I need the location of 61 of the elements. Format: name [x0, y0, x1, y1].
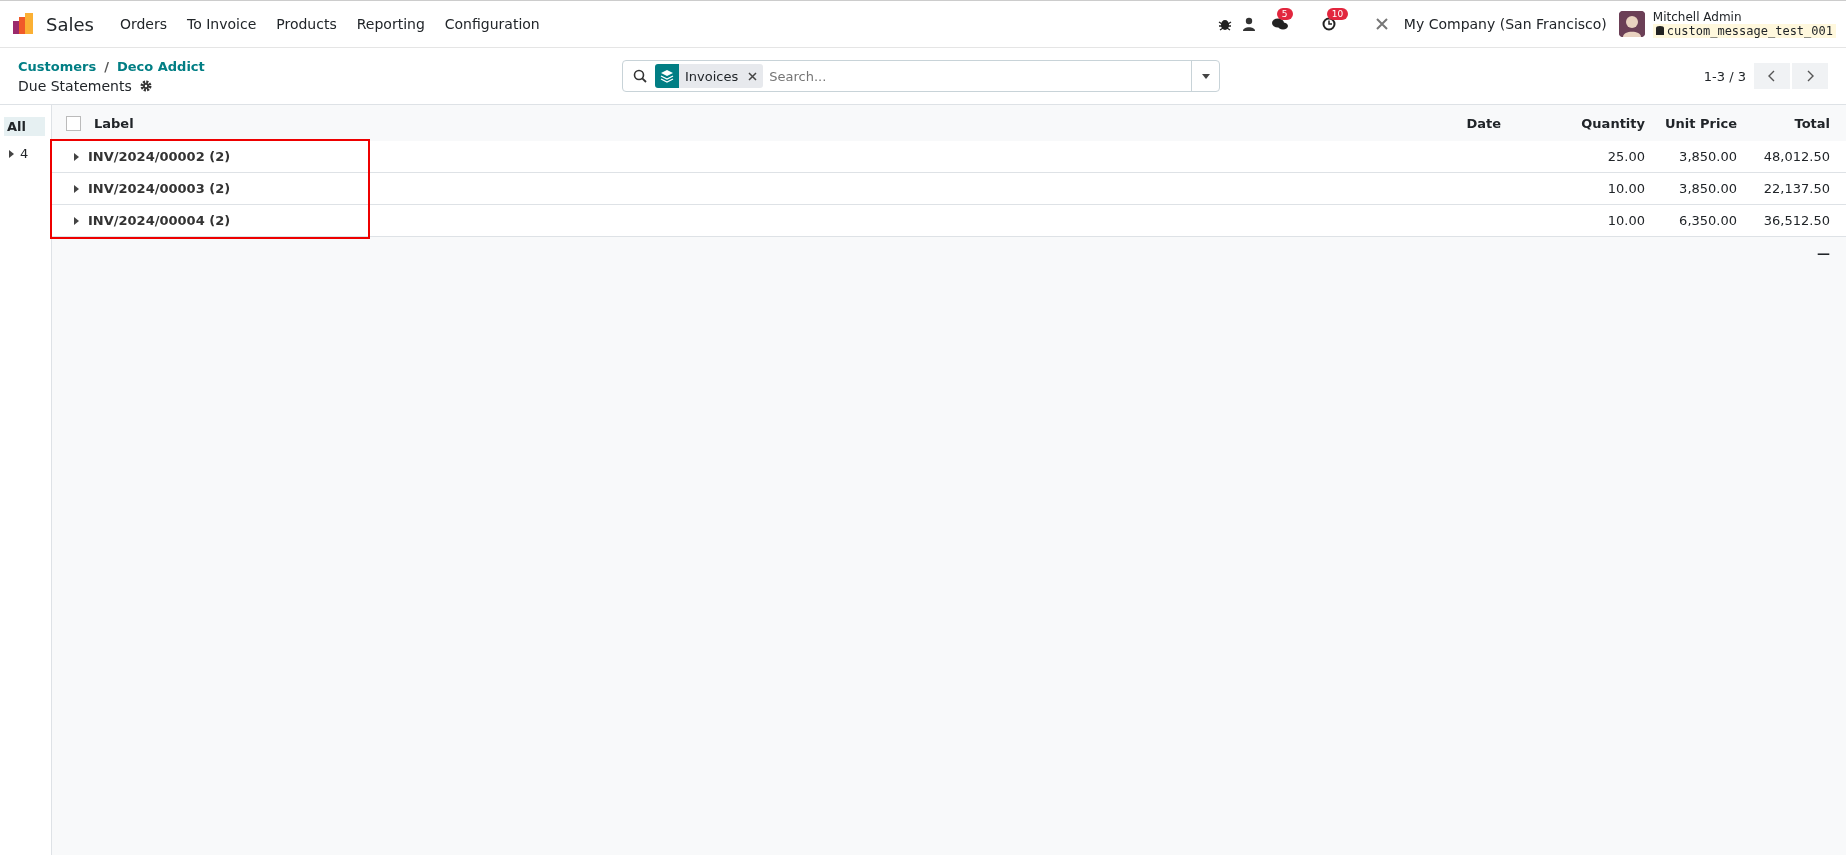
- table-cell: 3,850.00: [1679, 181, 1737, 196]
- table-cell: 25.00: [1607, 149, 1645, 164]
- group-row-header[interactable]: INV/2024/00002 (2): [72, 149, 231, 164]
- total-cell: —: [1817, 245, 1830, 261]
- database-icon: [1655, 26, 1664, 36]
- table-cell: 10.00: [1607, 213, 1645, 228]
- group-row-header[interactable]: INV/2024/00003 (2): [72, 181, 231, 196]
- search-icon[interactable]: [633, 69, 647, 83]
- chevron-right-icon: [1806, 70, 1814, 82]
- layers-icon: [660, 69, 674, 83]
- table-cell: 36,512.50: [1763, 213, 1830, 228]
- table-cell: 3,850.00: [1679, 149, 1737, 164]
- table-cell: 22,137.50: [1763, 181, 1830, 196]
- menu-item[interactable]: To Invoice: [177, 10, 267, 38]
- column-header[interactable]: Unit Price: [1665, 115, 1737, 131]
- user-icon[interactable]: [1241, 17, 1256, 31]
- page-title: Due Statements: [18, 77, 132, 94]
- search-field[interactable]: Invoices Search...: [622, 60, 1220, 92]
- group-row-header[interactable]: INV/2024/00004 (2): [72, 213, 231, 228]
- breadcrumb-separator: /: [104, 58, 109, 74]
- user-name[interactable]: Mitchell Admin: [1652, 10, 1836, 24]
- avatar-icon[interactable]: [1618, 11, 1645, 37]
- company-switcher[interactable]: My Company (San Francisco): [1403, 16, 1607, 32]
- breadcrumb-link[interactable]: Customers: [18, 58, 97, 74]
- column-header[interactable]: Label: [94, 115, 134, 131]
- menu-item[interactable]: Orders: [109, 10, 177, 38]
- chevron-left-icon: [1768, 70, 1776, 82]
- table-row[interactable]: INV/2024/00002 (2) 25.00 3,850.00 48,012.50: [52, 141, 1846, 173]
- menu-item[interactable]: Products: [266, 10, 347, 38]
- chat-icon[interactable]: [1271, 17, 1288, 31]
- activity-count-badge: 10: [1326, 8, 1349, 20]
- database-name: custom_message_test_001: [1652, 24, 1836, 38]
- table-cell: 48,012.50: [1763, 149, 1830, 164]
- app-name[interactable]: Sales: [46, 13, 94, 35]
- clock-icon[interactable]: [1321, 17, 1336, 31]
- caret-icon: [72, 152, 80, 161]
- bug-icon[interactable]: [1217, 17, 1232, 31]
- menu-item[interactable]: Reporting: [346, 10, 435, 38]
- menu-item[interactable]: Configuration: [434, 10, 550, 38]
- column-header[interactable]: Quantity: [1581, 115, 1645, 131]
- app-logo-icon[interactable]: [12, 12, 36, 36]
- caret-icon: [72, 184, 80, 193]
- gear-icon[interactable]: [139, 79, 152, 92]
- message-count-badge: 5: [1276, 8, 1293, 20]
- column-header[interactable]: Date: [1466, 115, 1501, 131]
- table-cell: 10.00: [1607, 181, 1645, 196]
- table-cell: 6,350.00: [1679, 213, 1737, 228]
- table-row[interactable]: INV/2024/00003 (2) 10.00 3,850.00 22,137.50: [52, 173, 1846, 205]
- pager-value: 1-3 / 3: [1703, 68, 1746, 84]
- select-all-checkbox[interactable]: [66, 115, 81, 131]
- side-panel-item[interactable]: All: [4, 117, 45, 136]
- close-icon[interactable]: [748, 71, 758, 81]
- caret-icon: [72, 216, 80, 225]
- filter-facet: Invoices: [685, 68, 739, 84]
- caret-icon: [7, 149, 15, 158]
- breadcrumb-link[interactable]: Deco Addict: [116, 58, 205, 74]
- caret-icon: [1201, 72, 1210, 80]
- table-row[interactable]: INV/2024/00004 (2) 10.00 6,350.00 36,512.50: [52, 205, 1846, 237]
- column-header[interactable]: Total: [1794, 115, 1830, 131]
- tools-icon[interactable]: [1374, 17, 1389, 31]
- side-panel-item[interactable]: 4: [4, 144, 45, 163]
